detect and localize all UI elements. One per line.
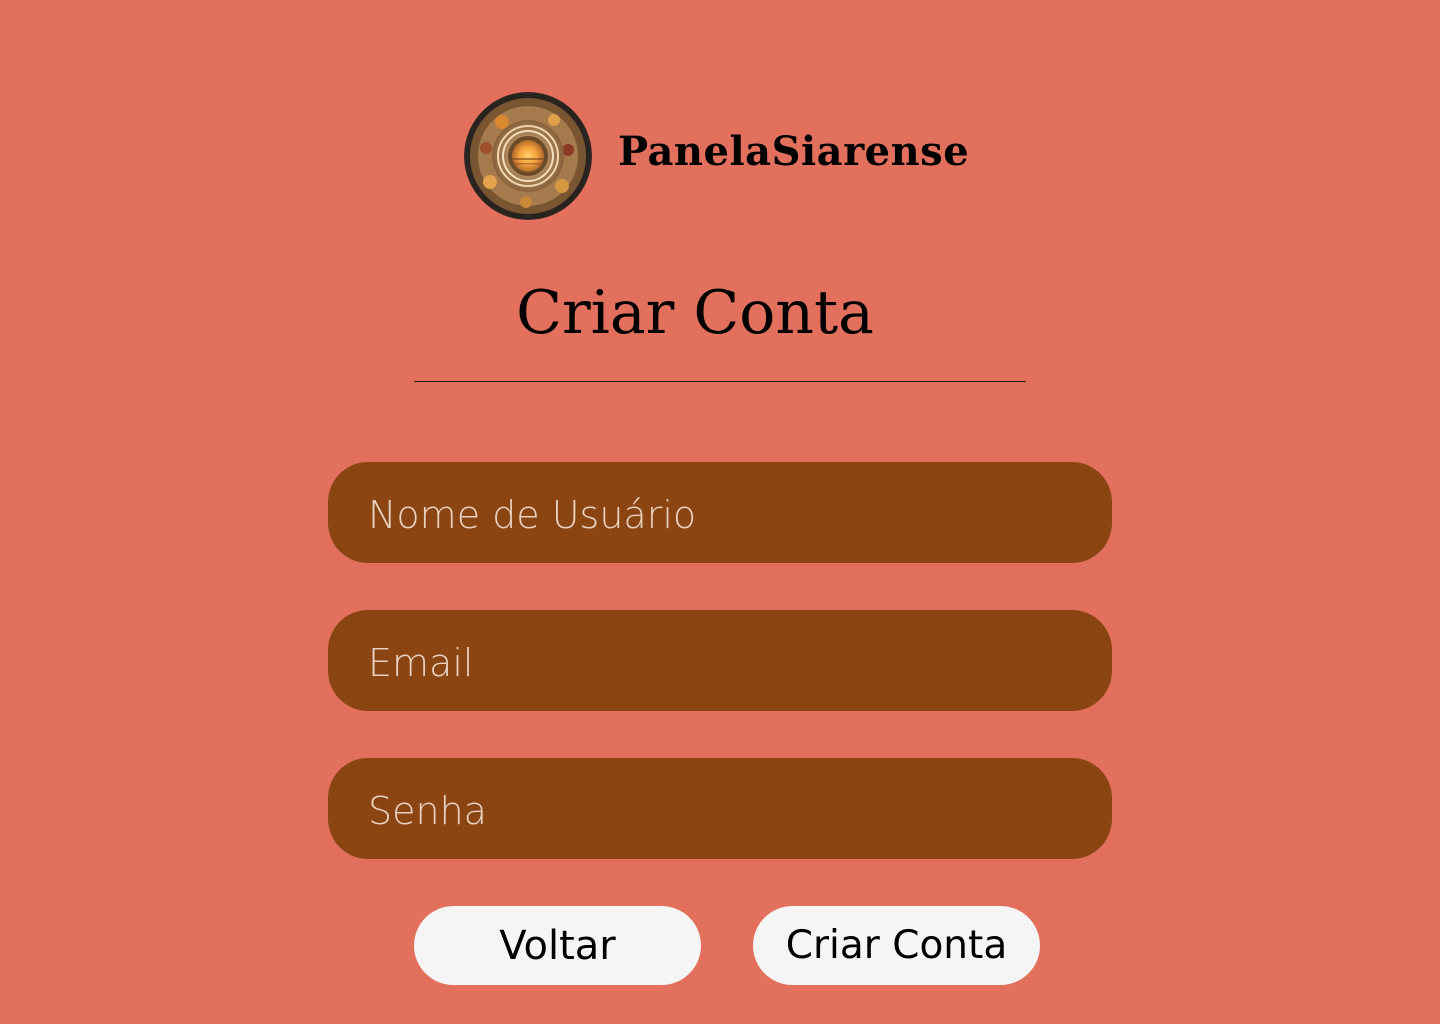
title-divider [414,381,1026,382]
page-title: Criar Conta [516,278,874,348]
username-input[interactable] [368,492,1112,537]
username-field[interactable] [328,462,1112,563]
create-account-button[interactable]: Criar Conta [753,906,1040,985]
brand-name: PanelaSiarense [618,127,970,175]
email-input[interactable] [368,640,1112,685]
password-input[interactable] [368,788,1112,833]
password-field[interactable] [328,758,1112,859]
sunset-plate-logo-icon [464,92,592,220]
header: PanelaSiarense [464,92,969,220]
back-button[interactable]: Voltar [414,906,701,985]
email-field[interactable] [328,610,1112,711]
